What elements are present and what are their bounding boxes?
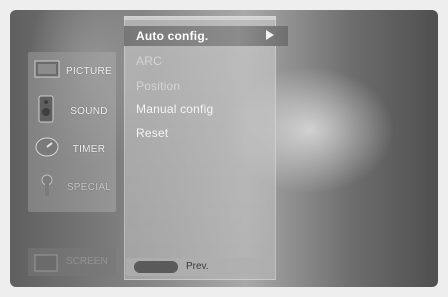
submenu-item-reset[interactable]: Reset — [136, 126, 168, 140]
clock-icon — [34, 134, 60, 165]
menu-item-label: TIMER — [72, 143, 106, 155]
submenu-item-arc[interactable]: ARC — [136, 54, 162, 68]
submenu-item-auto-config[interactable]: Auto config. — [124, 26, 288, 46]
prev-bar: Prev. — [126, 258, 274, 276]
submenu-top-edge — [124, 16, 276, 20]
menu-item-special[interactable]: SPECIAL — [28, 170, 116, 204]
key-icon — [34, 172, 60, 203]
prev-label: Prev. — [186, 261, 209, 272]
picture-icon — [34, 59, 60, 84]
speaker-icon — [34, 95, 60, 128]
menu-item-label: SCREEN — [66, 256, 108, 267]
menu-item-label: SPECIAL — [66, 181, 112, 193]
menu-item-screen[interactable]: SCREEN — [28, 248, 116, 276]
menu-item-sound[interactable]: SOUND — [28, 94, 116, 128]
tv-screen: PICTURE SOUND TIMER SPECIAL SCREEN Auto … — [10, 10, 438, 287]
menu-item-label: SOUND — [70, 105, 108, 117]
arrow-right-icon — [266, 30, 274, 40]
menu-item-timer[interactable]: TIMER — [28, 132, 116, 166]
menu-item-picture[interactable]: PICTURE — [28, 54, 116, 88]
prev-button-icon[interactable] — [134, 261, 178, 273]
submenu-item-label: Auto config. — [136, 29, 209, 43]
submenu-item-manual-config[interactable]: Manual config — [136, 102, 213, 116]
menu-item-label: PICTURE — [66, 65, 112, 77]
screen-icon — [34, 254, 58, 277]
submenu-item-position[interactable]: Position — [136, 79, 180, 93]
